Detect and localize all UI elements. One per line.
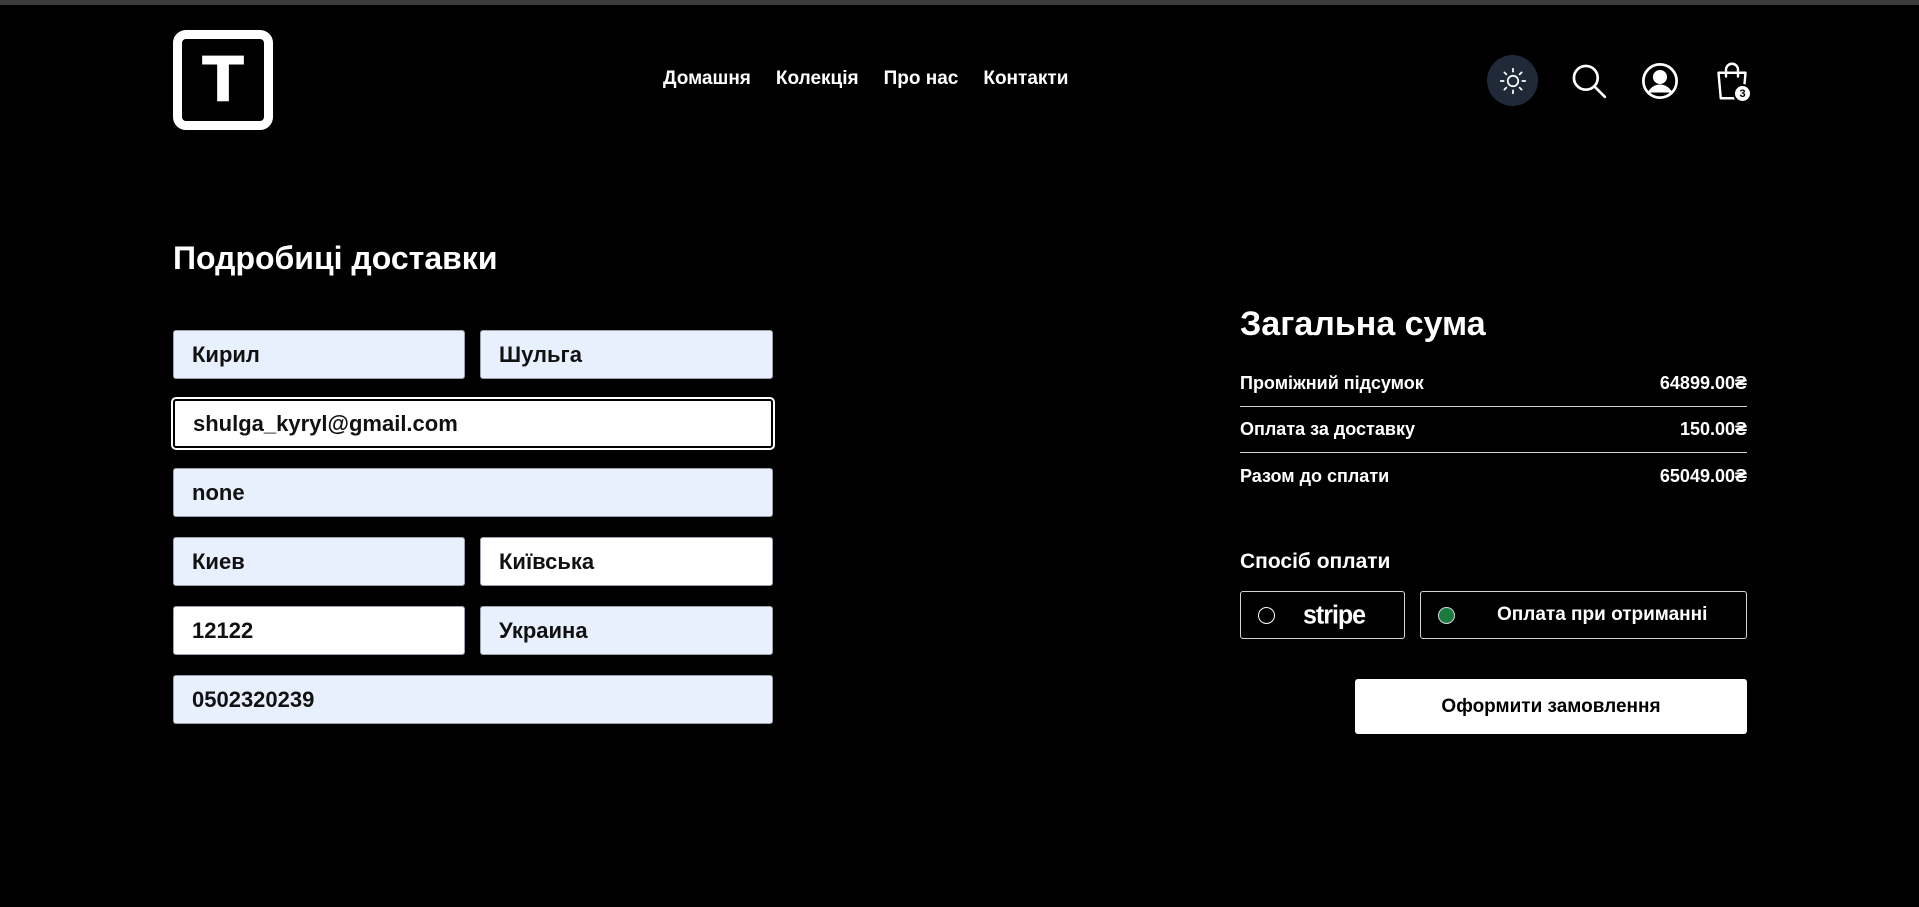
search-button[interactable] — [1568, 60, 1610, 102]
cart-count-badge: 3 — [1733, 84, 1752, 103]
nav-home-link[interactable]: Домашня — [663, 68, 751, 90]
payment-option-cash-on-delivery[interactable]: Оплата при отриманні — [1420, 591, 1747, 639]
first-name-field[interactable] — [173, 330, 465, 379]
total-value: 65049.00₴ — [1659, 465, 1747, 486]
delivery-title: Подробиці доставки — [173, 240, 498, 276]
summary-title: Загальна сума — [1240, 305, 1486, 343]
email-field[interactable] — [173, 399, 773, 448]
site-logo[interactable]: T — [173, 30, 273, 130]
subtotal-row: Проміжний підсумок 64899.00₴ — [1240, 361, 1747, 407]
logo-letter: T — [201, 43, 245, 116]
country-field[interactable] — [480, 606, 773, 655]
nav-contacts-link[interactable]: Контакти — [983, 68, 1068, 90]
account-button[interactable] — [1639, 60, 1681, 102]
total-row: Разом до сплати 65049.00₴ — [1240, 453, 1747, 499]
payment-option-stripe[interactable]: stripe — [1240, 591, 1405, 639]
last-name-field[interactable] — [480, 330, 773, 379]
theme-toggle-button[interactable] — [1487, 55, 1538, 106]
phone-field[interactable] — [173, 675, 773, 724]
stripe-logo: stripe — [1303, 599, 1366, 630]
stripe-radio[interactable] — [1258, 606, 1275, 624]
payment-method-title: Спосіб оплати — [1240, 550, 1391, 573]
place-order-button[interactable]: Оформити замовлення — [1355, 679, 1747, 734]
zip-field[interactable] — [173, 606, 465, 655]
region-field[interactable] — [480, 537, 773, 586]
subtotal-value: 64899.00₴ — [1659, 373, 1747, 393]
total-label: Разом до сплати — [1240, 465, 1390, 486]
nav-about-link[interactable]: Про нас — [884, 68, 959, 90]
sun-icon — [1499, 67, 1526, 94]
shipping-row: Оплата за доставку 150.00₴ — [1240, 407, 1747, 453]
address-field[interactable] — [173, 468, 773, 517]
cash-on-delivery-label: Оплата при отриманні — [1497, 604, 1708, 625]
city-field[interactable] — [173, 537, 465, 586]
shipping-value: 150.00₴ — [1679, 419, 1747, 439]
user-icon — [1642, 63, 1678, 99]
window-top-border — [0, 0, 1919, 5]
nav-collection-link[interactable]: Колекція — [776, 68, 859, 90]
search-icon — [1572, 64, 1607, 99]
cash-radio[interactable] — [1438, 606, 1455, 624]
main-nav: Домашня Колекція Про нас Контакти — [663, 68, 1068, 90]
subtotal-label: Проміжний підсумок — [1240, 373, 1424, 393]
shipping-label: Оплата за доставку — [1240, 419, 1415, 439]
